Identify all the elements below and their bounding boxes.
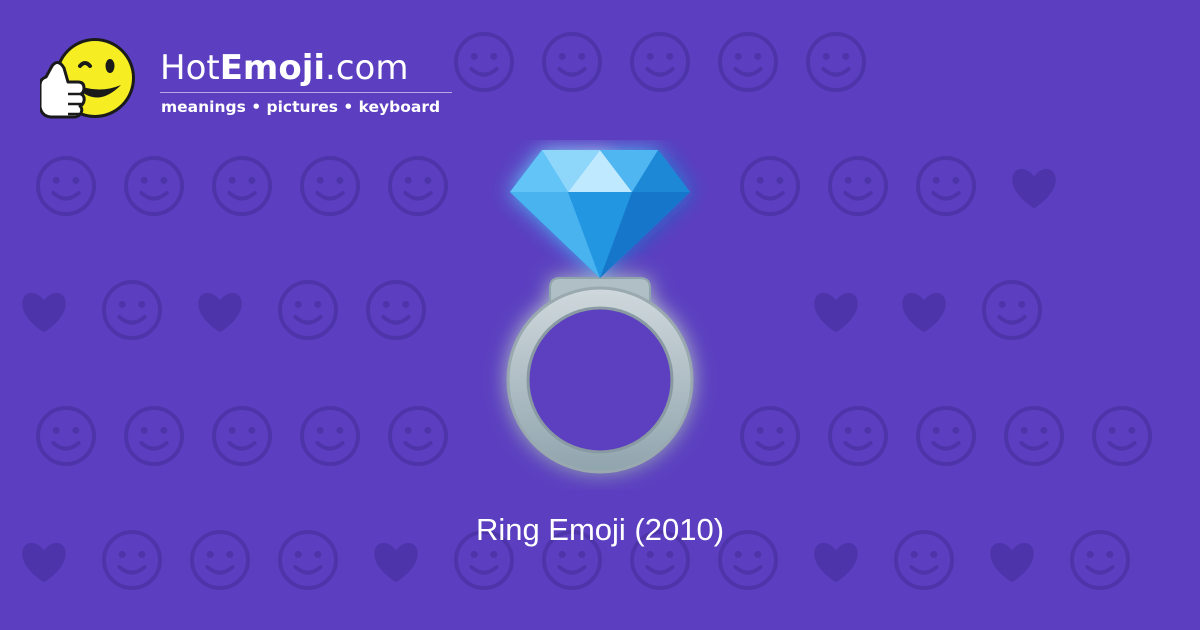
pattern-sun-icon — [1004, 406, 1064, 466]
pattern-striped-heart-icon — [198, 292, 242, 333]
site-name-suffix: .com — [325, 48, 409, 88]
pattern-sad-icon — [366, 280, 426, 340]
site-name-bold: Emoji — [219, 48, 326, 88]
pattern-tongue-icon — [278, 280, 338, 340]
pattern-sparkles-icon — [828, 156, 888, 216]
site-name-prefix: Hot — [160, 48, 220, 88]
pattern-striped-heart-icon — [1012, 168, 1056, 209]
pattern-confused-icon — [102, 280, 162, 340]
pattern-devil-icon — [124, 406, 184, 466]
pattern-rose-icon — [916, 406, 976, 466]
pattern-hearts-around-icon — [814, 292, 858, 333]
pattern-neutral-icon — [630, 32, 690, 92]
pattern-arrow-left-icon — [300, 406, 360, 466]
site-tagline: meanings • pictures • keyboard — [161, 98, 441, 116]
site-logo[interactable]: HotEmoji.com meanings • pictures • keybo… — [40, 36, 480, 136]
pattern-smirk-icon — [806, 32, 866, 92]
pattern-fire-icon — [388, 406, 448, 466]
pattern-striped-heart-icon — [22, 542, 66, 583]
pattern-grimace-icon — [124, 156, 184, 216]
pattern-recycle-icon — [212, 156, 272, 216]
emoji-caption: Ring Emoji (2010) — [475, 512, 725, 547]
pattern-tongue-icon — [828, 406, 888, 466]
site-name: HotEmoji.com — [160, 48, 408, 88]
pattern-ok-hand-icon — [542, 32, 602, 92]
pattern-muscle-icon — [1092, 406, 1152, 466]
pattern-angry-icon — [212, 406, 272, 466]
pattern-scream-icon — [36, 406, 96, 466]
thumbs-up-wink-smiley-icon — [40, 38, 135, 119]
pattern-monkey-icon — [982, 280, 1042, 340]
pattern-heart-icon — [990, 542, 1034, 583]
pattern-raised-hands-icon — [300, 156, 360, 216]
pattern-music-notes-icon — [388, 156, 448, 216]
pattern-party-popper-icon — [740, 406, 800, 466]
pattern-grin-icon — [740, 156, 800, 216]
pattern-eyes-icon — [718, 32, 778, 92]
pattern-heart-icon — [902, 292, 946, 333]
logo-divider — [160, 92, 452, 93]
pattern-striped-heart-icon — [814, 542, 858, 583]
pattern-grin-icon — [916, 156, 976, 216]
hero-emoji — [480, 140, 720, 490]
pattern-relieved-icon — [36, 156, 96, 216]
pattern-broken-heart-icon — [22, 292, 66, 333]
diamond-ring-icon — [506, 150, 694, 474]
pattern-heart-eyes-cat-icon — [374, 542, 418, 583]
